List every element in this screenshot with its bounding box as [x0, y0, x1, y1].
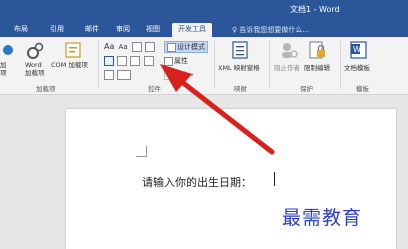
repeating-section-icon[interactable] — [104, 70, 114, 80]
addin-button-label[interactable]: 加项 — [0, 61, 7, 77]
text-cursor — [274, 172, 275, 186]
controls-row-1: Aa Aa — [104, 42, 156, 52]
picture-control-icon[interactable] — [131, 42, 142, 52]
controls-row-3 — [104, 70, 132, 80]
tab-review[interactable]: 审阅 — [116, 23, 130, 37]
group-divider — [214, 41, 215, 89]
addin-gear-icon[interactable] — [2, 42, 14, 62]
combo-box-control-icon[interactable] — [117, 56, 128, 66]
design-mode-label: 设计模式 — [177, 43, 205, 51]
word-addin-label[interactable]: Word 加载项 — [25, 61, 45, 77]
xml-mapping-icon[interactable] — [232, 41, 248, 63]
checkbox-control-icon[interactable] — [104, 56, 114, 66]
xml-mapping-label[interactable]: XML 映射窗格 — [218, 64, 260, 72]
group-label-templates: 模板 — [356, 85, 369, 93]
document-title: 文档1 - Word — [290, 5, 340, 14]
combine-label: 组合 — [174, 71, 188, 79]
group-label-controls: 控件 — [148, 85, 161, 93]
tab-view[interactable]: 视图 — [146, 23, 160, 37]
group-label-addins: 加载项 — [36, 85, 56, 93]
document-template-label[interactable]: 文档模板 — [344, 64, 370, 72]
building-block-control-icon[interactable] — [145, 42, 156, 52]
document-text[interactable]: 请输入你的出生日期： — [142, 174, 252, 190]
properties-label: 属性 — [174, 57, 188, 65]
properties-icon — [164, 56, 173, 66]
group-label-mapping: 映射 — [234, 85, 247, 93]
ribbon: 加项 Word 加载项 COM 加载项 加载项 Aa Aa 设计模式 属性 组合 … — [0, 37, 408, 95]
com-addin-icon[interactable] — [64, 41, 82, 63]
properties-button[interactable]: 属性 — [164, 56, 188, 66]
tab-references[interactable]: 引用 — [50, 23, 64, 37]
group-divider — [340, 41, 341, 89]
document-template-icon[interactable]: W — [350, 41, 368, 63]
rich-text-control-icon[interactable]: Aa — [104, 42, 114, 51]
design-mode-icon — [167, 42, 176, 52]
block-authors-label[interactable]: 阻止作者 — [274, 64, 300, 72]
group-divider — [98, 41, 99, 89]
restrict-editing-label[interactable]: 限制编辑 — [304, 64, 330, 72]
combine-button[interactable]: 组合 ▾ — [164, 70, 194, 80]
group-divider — [269, 41, 270, 89]
ribbon-tab-bar: 布局 引用 邮件 审阅 视图 开发工具 ♀ 告诉我您想要做什么... — [0, 20, 408, 37]
tab-mailings[interactable]: 邮件 — [85, 23, 99, 37]
restrict-editing-icon[interactable] — [308, 41, 326, 63]
controls-row-2 — [104, 56, 155, 66]
dropdown-list-control-icon[interactable] — [130, 56, 141, 66]
block-authors-icon[interactable] — [280, 41, 298, 63]
combine-icon — [164, 70, 173, 80]
svg-text:W: W — [353, 45, 361, 54]
tab-layout[interactable]: 布局 — [14, 23, 28, 37]
chevron-down-icon: ▾ — [188, 71, 194, 79]
watermark-text: 最需教育 — [282, 207, 363, 229]
margin-corner-mark — [136, 146, 147, 157]
tab-developer[interactable]: 开发工具 — [172, 23, 212, 37]
plain-text-control-icon[interactable]: Aa — [119, 43, 128, 51]
legacy-tools-icon[interactable] — [117, 70, 132, 80]
title-bar: 文档1 - Word — [0, 0, 408, 20]
date-picker-control-icon[interactable] — [143, 56, 154, 66]
tell-me-box[interactable]: ♀ 告诉我您想要做什么... — [232, 25, 309, 35]
group-label-protect: 保护 — [300, 85, 313, 93]
design-mode-button[interactable]: 设计模式 — [164, 41, 208, 53]
